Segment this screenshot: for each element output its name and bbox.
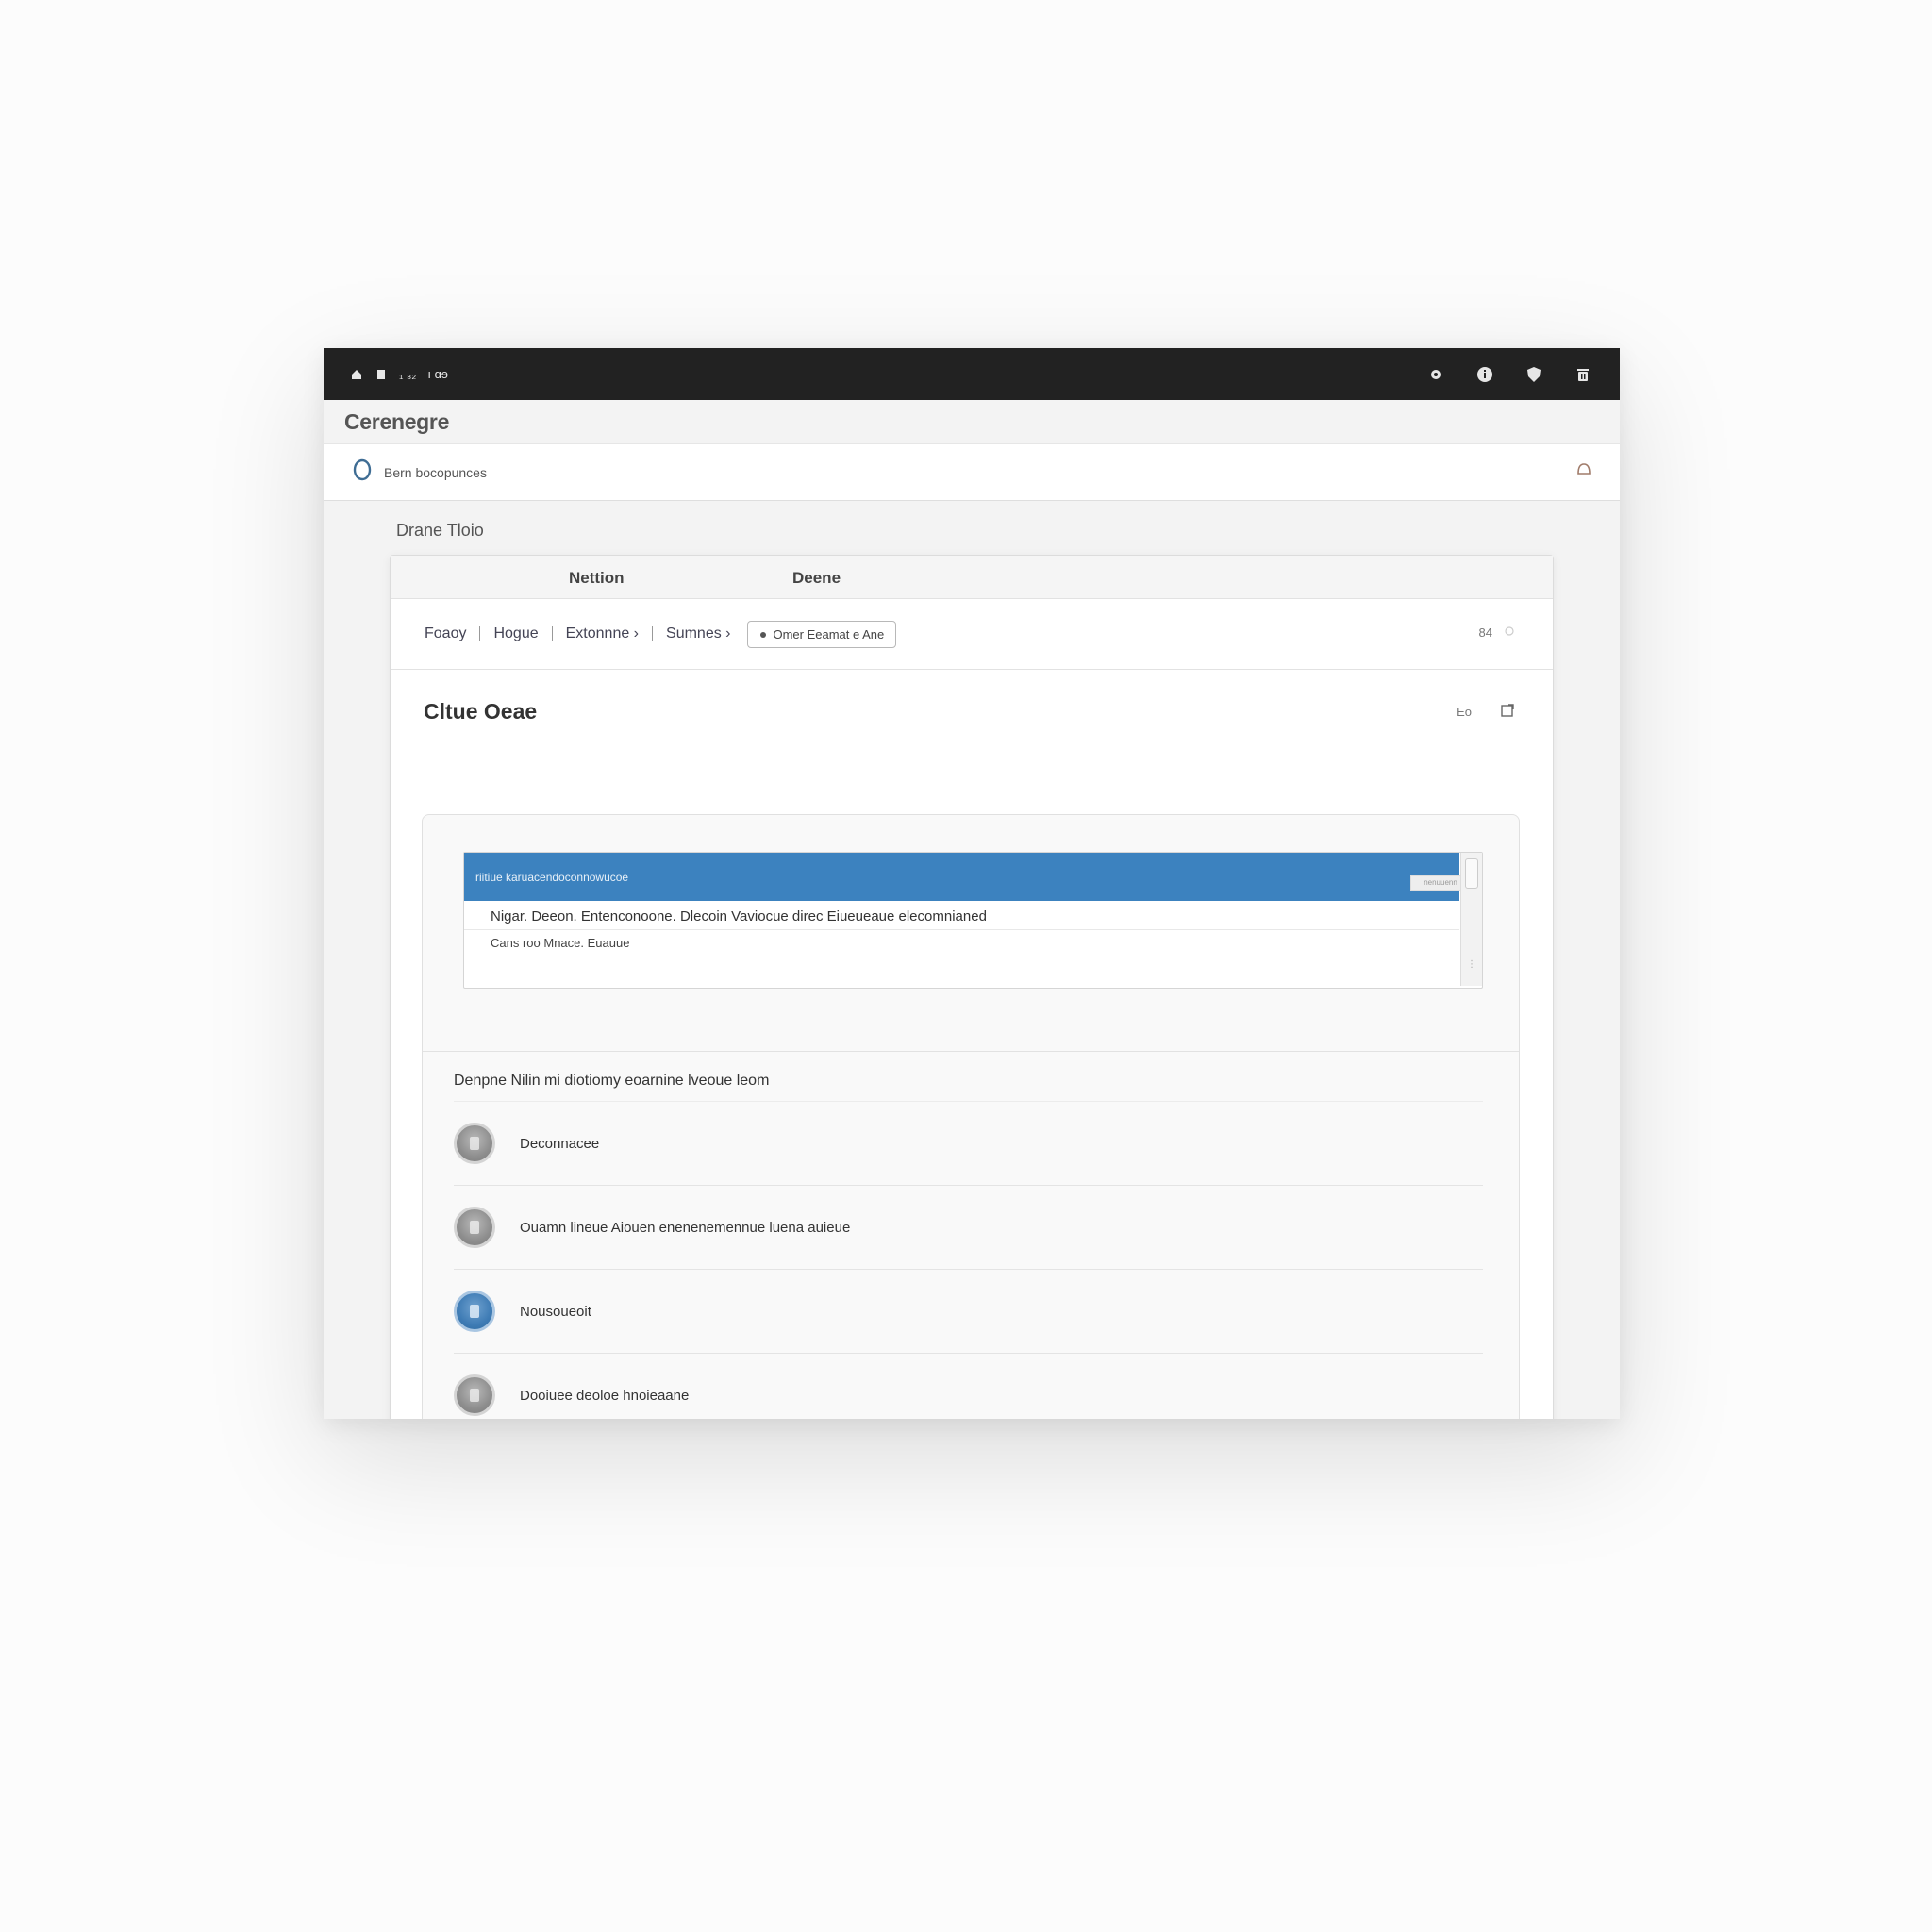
titlebar-left: ₁ ₃₂ ı ɑɘ [350, 367, 448, 381]
titlebar-text-1: ₁ ₃₂ [399, 367, 417, 381]
panel-header: Nettion Deene [391, 556, 1553, 599]
info-icon[interactable] [1474, 364, 1495, 385]
content-title: Cltue Oeae [424, 698, 538, 724]
content-header: Cltue Oeae Eo [391, 670, 1553, 753]
dropdown-selected-option[interactable]: riitiue karuacendoconnowucoe [464, 853, 1459, 901]
filter-right: 84 [1479, 625, 1515, 640]
filter-sumnes[interactable]: Sumnes › [666, 625, 730, 642]
dropdown-scrollbar[interactable]: ⋮ [1460, 853, 1482, 986]
user-icon [470, 1221, 479, 1234]
app-title: Cerenegre [344, 408, 450, 434]
dropdown-area: riitiue karuacendoconnowucoe Nigar. Deeo… [423, 815, 1519, 1052]
filter-divider [479, 626, 481, 641]
edit-icon[interactable] [1500, 703, 1515, 721]
app-window: ₁ ₃₂ ı ɑɘ Cerenegre Bern bocopunces Dran… [324, 348, 1620, 1419]
trash-icon[interactable] [1573, 364, 1593, 385]
dropdown-option[interactable]: Cans roo Mnace. Euauue [464, 929, 1459, 957]
list-item-label: Deconnacee [520, 1135, 600, 1152]
filter-divider [652, 626, 654, 641]
filter-foaoy[interactable]: Foaoy [425, 625, 466, 642]
main-panel: Nettion Deene Foaoy Hogue Extonnne › Sum… [390, 555, 1554, 1419]
dropdown-option[interactable]: Nigar. Deeon. Entenconoone. Dlecoin Vavi… [464, 901, 1459, 929]
chip-dot-icon [759, 627, 767, 641]
scrollbar-thumb[interactable] [1465, 858, 1478, 889]
column-header-deene[interactable]: Deene [792, 569, 841, 588]
shield-icon[interactable] [1524, 364, 1544, 385]
item-list: Deconnacee Ouamn lineue Aiouen eneneneme… [454, 1101, 1483, 1419]
user-icon [470, 1305, 479, 1318]
list-item[interactable]: Ouamn lineue Aiouen enenenemennue luena … [454, 1185, 1483, 1269]
list-item-label: Nousoueoit [520, 1303, 591, 1320]
document-icon[interactable] [375, 368, 388, 381]
column-header-nettion[interactable]: Nettion [569, 569, 625, 588]
search-icon [352, 458, 373, 486]
home-icon[interactable] [350, 368, 363, 381]
list-item[interactable]: Deconnacee [454, 1101, 1483, 1185]
result-count: 84 [1478, 625, 1492, 640]
list-item[interactable]: Nousoueoit [454, 1269, 1483, 1353]
content-action-label[interactable]: Eo [1457, 705, 1472, 719]
titlebar-text-2: ı ɑɘ [427, 367, 449, 381]
notification-icon[interactable] [1574, 460, 1593, 484]
app-header: Cerenegre [324, 400, 1620, 443]
scroll-down-icon[interactable]: ⋮ [1467, 959, 1476, 980]
titlebar-actions [1425, 364, 1593, 385]
chip-label: Omer Eeamat e Ane [773, 626, 885, 641]
section-label: Drane Tloio [396, 521, 484, 540]
list-item-label: Dooiuee deoloe hnoieaane [520, 1387, 690, 1404]
avatar [454, 1123, 495, 1164]
user-icon [470, 1137, 479, 1150]
dropdown-list[interactable]: riitiue karuacendoconnowucoe Nigar. Deeo… [463, 852, 1483, 989]
search-container [352, 458, 669, 486]
inner-card: riitiue karuacendoconnowucoe Nigar. Deeo… [422, 814, 1520, 1419]
filter-bar: Foaoy Hogue Extonnne › Sumnes › Omer Eea… [391, 599, 1553, 670]
avatar [454, 1207, 495, 1248]
window-titlebar: ₁ ₃₂ ı ɑɘ [324, 348, 1620, 400]
list-item-label: Ouamn lineue Aiouen enenenemennue luena … [520, 1219, 851, 1236]
avatar [454, 1374, 495, 1416]
list-item[interactable]: Dooiuee deoloe hnoieaane [454, 1353, 1483, 1419]
avatar [454, 1291, 495, 1332]
filter-extonnne[interactable]: Extonnne › [566, 625, 639, 642]
filter-chip[interactable]: Omer Eeamat e Ane [747, 620, 897, 648]
user-icon [470, 1389, 479, 1402]
search-bar [324, 443, 1620, 501]
refresh-icon[interactable] [1504, 625, 1515, 640]
search-input[interactable] [382, 463, 669, 481]
filter-divider [551, 626, 553, 641]
settings-icon[interactable] [1425, 364, 1446, 385]
filter-hogue[interactable]: Hogue [493, 625, 538, 642]
content-actions: Eo [1457, 703, 1515, 721]
list-heading: Denpne Nilin mi diotiomy eoarnine lveoue… [454, 1073, 770, 1089]
